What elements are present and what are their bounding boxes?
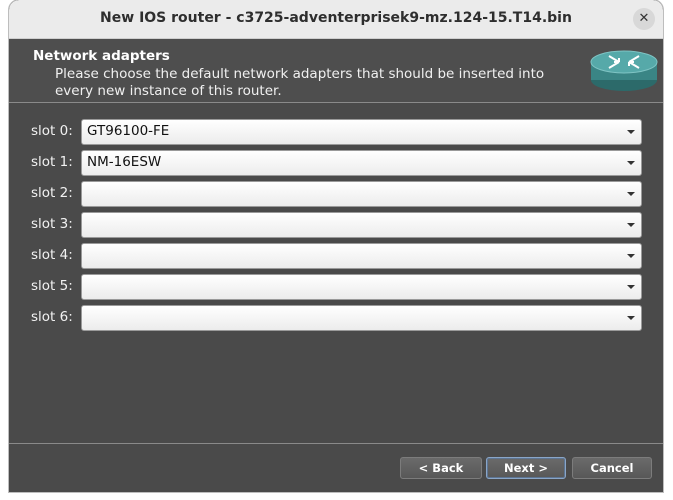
chevron-down-icon bbox=[627, 161, 635, 165]
cancel-button[interactable]: Cancel bbox=[572, 457, 652, 479]
next-button[interactable]: Next > bbox=[486, 457, 566, 479]
slot-label: slot 6: bbox=[31, 309, 73, 325]
close-icon: ✕ bbox=[638, 11, 650, 26]
footer-divider bbox=[9, 443, 663, 444]
wizard-header: Network adapters Please choose the defau… bbox=[9, 39, 663, 103]
slot-4-select[interactable] bbox=[81, 243, 642, 269]
page-subtitle: Please choose the default network adapte… bbox=[55, 66, 545, 99]
slot-label: slot 0: bbox=[31, 123, 73, 139]
page-title: Network adapters bbox=[33, 48, 170, 64]
slot-5-select[interactable] bbox=[81, 274, 642, 300]
slot-3-select[interactable] bbox=[81, 212, 642, 238]
slot-label: slot 5: bbox=[31, 278, 73, 294]
chevron-down-icon bbox=[627, 223, 635, 227]
slot-label: slot 1: bbox=[31, 154, 73, 170]
slot-label: slot 3: bbox=[31, 216, 73, 232]
slot-value: GT96100-FE bbox=[87, 123, 170, 139]
close-button[interactable]: ✕ bbox=[633, 8, 655, 30]
chevron-down-icon bbox=[627, 316, 635, 320]
slot-value: NM-16ESW bbox=[87, 154, 162, 170]
chevron-down-icon bbox=[627, 130, 635, 134]
dialog-window: New IOS router - c3725-adventerprisek9-m… bbox=[9, 0, 663, 492]
title-bar: New IOS router - c3725-adventerprisek9-m… bbox=[9, 0, 663, 39]
slot-label: slot 2: bbox=[31, 185, 73, 201]
slot-2-select[interactable] bbox=[81, 181, 642, 207]
slot-0-select[interactable]: GT96100-FE bbox=[81, 119, 642, 145]
slot-label: slot 4: bbox=[31, 247, 73, 263]
slot-6-select[interactable] bbox=[81, 305, 642, 331]
chevron-down-icon bbox=[627, 192, 635, 196]
slot-1-select[interactable]: NM-16ESW bbox=[81, 150, 642, 176]
back-button[interactable]: < Back bbox=[400, 457, 482, 479]
chevron-down-icon bbox=[627, 285, 635, 289]
router-icon bbox=[590, 50, 658, 91]
chevron-down-icon bbox=[627, 254, 635, 258]
window-title: New IOS router - c3725-adventerprisek9-m… bbox=[100, 10, 572, 26]
